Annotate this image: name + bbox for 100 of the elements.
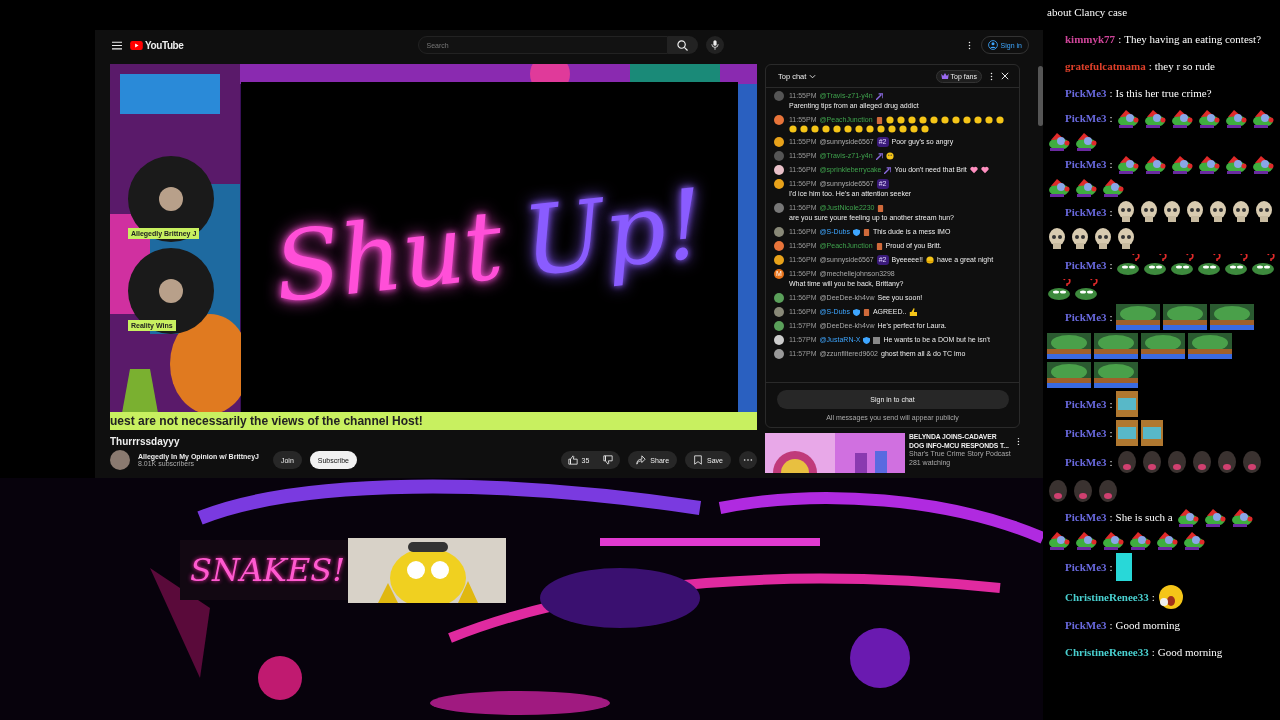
emote-icon <box>1230 200 1251 224</box>
chat-username: PickMe3 <box>1065 311 1107 323</box>
emote-icon <box>1072 478 1094 504</box>
emote-icon <box>1074 177 1098 197</box>
emote-icon <box>1115 391 1138 417</box>
emote-icon <box>1250 254 1275 276</box>
emote-icon <box>1162 304 1207 330</box>
emote-icon <box>1161 200 1182 224</box>
emote-icon <box>1184 200 1205 224</box>
neon-text: Up! <box>518 171 710 296</box>
badge-icon <box>884 166 892 174</box>
emote-icon <box>1074 131 1098 151</box>
chat-message: they r so rude <box>1154 60 1215 72</box>
emote-icon <box>1223 154 1248 174</box>
caret-icon <box>809 73 817 79</box>
emote-icon <box>1196 108 1221 128</box>
emote-icon <box>1115 254 1140 276</box>
emote-icon <box>1047 478 1069 504</box>
chat-username: PickMe3 <box>1065 511 1107 523</box>
emote-icon <box>1250 108 1275 128</box>
emote-icon <box>1140 420 1163 446</box>
emote-icon <box>1215 449 1238 475</box>
close-icon[interactable] <box>1001 72 1009 80</box>
chat-message: Is this her true crime? <box>1115 87 1212 99</box>
emote-icon <box>1094 362 1138 388</box>
badge-icon <box>877 204 885 212</box>
emote-icon <box>1169 108 1194 128</box>
emote-icon <box>1128 530 1152 550</box>
separator: : <box>1109 427 1113 439</box>
separator: : <box>1109 561 1113 573</box>
emote-icon <box>1093 227 1113 251</box>
separator: : <box>1109 511 1113 523</box>
chat-username: PickMe3 <box>1065 158 1107 170</box>
emote-icon <box>1140 449 1163 475</box>
emote-icon <box>1223 108 1248 128</box>
badge-icon <box>875 152 883 160</box>
emote-icon <box>1115 200 1136 224</box>
emote-icon <box>1169 254 1194 276</box>
emote-icon <box>1207 200 1228 224</box>
neon-text: Shut <box>269 193 508 323</box>
chat-message: She is such a <box>1115 511 1173 523</box>
chat-username: PickMe3 <box>1065 87 1107 99</box>
emote-icon <box>1101 177 1125 197</box>
emote-icon <box>1155 530 1179 550</box>
emote-icon <box>1253 200 1274 224</box>
search-icon <box>677 39 688 51</box>
separator: : <box>1109 259 1113 271</box>
emote-icon <box>1138 200 1159 224</box>
chat-username: PickMe3 <box>1065 112 1107 124</box>
emote-icon <box>1175 507 1200 527</box>
emote-icon <box>1115 154 1140 174</box>
emote-icon <box>1157 584 1184 610</box>
chat-message: about Clancy case <box>1047 6 1128 18</box>
separator: : <box>1109 456 1113 468</box>
video-title: Thurrrssdayyy <box>110 436 181 447</box>
avatar-icon <box>159 187 183 211</box>
separator: : <box>1109 311 1113 323</box>
separator: : <box>1109 87 1113 99</box>
logo-text[interactable]: YouTube <box>145 39 184 51</box>
chat-username: PickMe3 <box>1065 259 1107 271</box>
more-icon <box>743 458 753 462</box>
emote-icon <box>1165 449 1188 475</box>
crown-icon <box>940 73 949 79</box>
emote-icon <box>1047 227 1067 251</box>
emote-icon <box>1250 154 1275 174</box>
chat-username: PickMe3 <box>1065 619 1107 631</box>
user-icon <box>987 40 998 50</box>
separator: : <box>1109 206 1113 218</box>
chat-message: They having an eating contest? <box>1124 33 1262 45</box>
separator: : <box>1118 33 1122 45</box>
badge-icon <box>875 92 883 100</box>
emote-icon <box>1074 530 1098 550</box>
separator: : <box>1151 646 1155 658</box>
play-logo-icon <box>130 40 143 50</box>
chat-username: PickMe3 <box>1065 398 1107 410</box>
menu-icon[interactable] <box>112 40 122 50</box>
emote-icon <box>1142 108 1167 128</box>
share-icon <box>636 455 647 465</box>
thumbs-down-icon <box>603 455 614 465</box>
emote-icon <box>1047 362 1091 388</box>
emote-icon <box>1141 333 1185 359</box>
separator: : <box>1109 619 1113 631</box>
microphone-button[interactable] <box>705 36 724 54</box>
emote-icon <box>1188 333 1232 359</box>
more-button[interactable] <box>739 451 757 469</box>
emote-icon <box>1240 449 1263 475</box>
separator: : <box>1109 158 1113 170</box>
chat-username: kimmyk77 <box>1065 33 1116 45</box>
emote-icon <box>1047 279 1071 301</box>
emote-icon <box>1116 227 1136 251</box>
channel-avatar[interactable] <box>110 450 130 470</box>
chat-username: PickMe3 <box>1065 561 1107 573</box>
emote-icon <box>1047 131 1071 151</box>
search-button[interactable] <box>667 36 698 54</box>
emoji-icon <box>909 308 918 316</box>
chat-username: PickMe3 <box>1065 206 1107 218</box>
emote-icon <box>1074 279 1098 301</box>
avatar-icon <box>159 279 183 303</box>
emote-icon <box>1097 478 1119 504</box>
emote-icon <box>1142 254 1167 276</box>
